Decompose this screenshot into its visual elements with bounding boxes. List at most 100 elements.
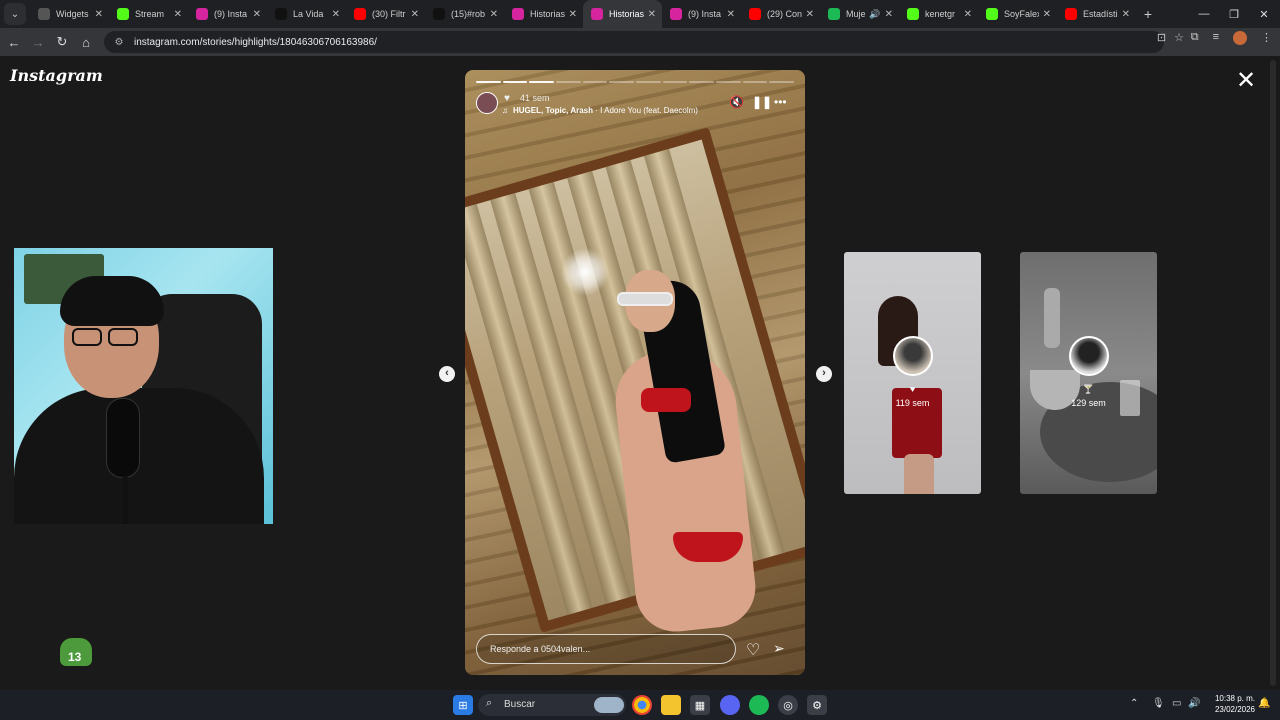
next-story-button[interactable]: ›	[816, 366, 832, 382]
story-options-button[interactable]: •••	[774, 95, 787, 109]
arrow-right-icon: →	[31, 34, 45, 50]
send-icon: ➢	[773, 640, 785, 656]
weather-widget-icon[interactable]	[594, 697, 624, 713]
browser-tab[interactable]: La Vida ✕	[267, 0, 346, 28]
browser-tab[interactable]: Estadísti ✕	[1057, 0, 1136, 28]
network-icon[interactable]: ▭	[1172, 698, 1181, 709]
mute-button[interactable]: 🔇	[729, 95, 744, 109]
reload-button[interactable]: ↻	[50, 30, 74, 54]
progress-segment	[529, 81, 555, 83]
profile-avatar[interactable]	[1233, 31, 1247, 45]
extensions-icon[interactable]: ⧉	[1191, 31, 1199, 45]
tab-close-icon[interactable]: ✕	[648, 9, 656, 20]
clock-time: 10:38 p. m.	[1214, 694, 1255, 703]
chrome-icon[interactable]	[632, 695, 652, 715]
volume-icon[interactable]: 🔊	[1188, 698, 1200, 709]
reply-input[interactable]: Responde a 0504valen...	[476, 634, 736, 664]
close-window-button[interactable]: ✕	[1249, 0, 1279, 28]
tab-close-icon[interactable]: ✕	[885, 9, 893, 20]
tab-close-icon[interactable]: ✕	[95, 9, 103, 20]
tab-close-icon[interactable]: ✕	[1043, 9, 1051, 20]
browser-tab[interactable]: (9) Insta ✕	[188, 0, 267, 28]
settings-icon[interactable]: ⚙	[807, 695, 827, 715]
story-viewer[interactable]: ♥ 41 sem ♫ HUGEL, Topic, Arash · I Adore…	[465, 70, 805, 675]
speaker-muted-icon: 🔇	[729, 95, 744, 109]
browser-tab[interactable]: (29) Con ✕	[741, 0, 820, 28]
restore-button[interactable]: ❐	[1219, 0, 1249, 28]
tab-search-button[interactable]: ⌄	[4, 3, 26, 25]
tab-close-icon[interactable]: ✕	[1122, 9, 1130, 20]
like-story-button[interactable]: ♡	[746, 640, 760, 660]
browser-tab[interactable]: (30) Filtr ✕	[346, 0, 425, 28]
chevron-left-icon: ‹	[445, 367, 449, 379]
store-icon[interactable]: ▦	[690, 695, 710, 715]
heart-icon: ♥	[504, 93, 510, 104]
tab-close-icon[interactable]: ✕	[253, 9, 261, 20]
chevron-up-icon[interactable]: ⌃	[1130, 698, 1138, 709]
browser-tab[interactable]: kenetgr ✕	[899, 0, 978, 28]
tab-close-icon[interactable]: ✕	[174, 9, 182, 20]
browser-tab[interactable]: (9) Insta ✕	[662, 0, 741, 28]
close-story-button[interactable]: ✕	[1234, 69, 1258, 94]
story-author-avatar[interactable]	[476, 92, 498, 114]
browser-tab[interactable]: Muje 🔊 ✕	[820, 0, 899, 28]
back-button[interactable]: ←	[2, 30, 26, 54]
browser-toolbar: ← → ↻ ⌂ ⚙ instagram.com/stories/highligh…	[0, 28, 1280, 56]
tiktok-icon	[433, 8, 445, 20]
preview-timestamp: 119 sem	[895, 398, 930, 408]
next-story-preview[interactable]: ♥ 119 sem	[844, 252, 981, 494]
home-button[interactable]: ⌂	[74, 30, 98, 54]
tab-close-icon[interactable]: ✕	[727, 9, 735, 20]
clock-date: 23/02/2026	[1214, 705, 1255, 714]
site-info-icon[interactable]: ⚙	[112, 35, 126, 49]
address-bar[interactable]: ⚙ instagram.com/stories/highlights/18046…	[104, 31, 1164, 53]
notification-bell-icon[interactable]: 🔔	[1258, 698, 1270, 709]
instagram-icon	[196, 8, 208, 20]
browser-tab[interactable]: Stream ✕	[109, 0, 188, 28]
instagram-icon	[670, 8, 682, 20]
previous-story-button[interactable]: ‹	[439, 366, 455, 382]
kick-icon	[117, 8, 129, 20]
progress-segment	[689, 81, 715, 83]
start-button[interactable]: ⊞	[453, 695, 473, 715]
new-tab-button[interactable]: +	[1136, 6, 1160, 22]
next-story-preview[interactable]: 🍸 129 sem	[1020, 252, 1157, 494]
install-app-icon[interactable]: ⊡	[1157, 31, 1166, 44]
tab-close-icon[interactable]: ✕	[964, 9, 972, 20]
bookmark-star-icon[interactable]: ☆	[1174, 31, 1184, 44]
browser-tab[interactable]: (15)#rob ✕	[425, 0, 504, 28]
forward-button[interactable]: →	[26, 30, 50, 54]
taskbar-clock[interactable]: 10:38 p. m. 23/02/2026	[1205, 693, 1255, 715]
reload-icon: ↻	[56, 34, 68, 49]
page-scrollbar[interactable]	[1270, 60, 1276, 686]
tab-close-icon[interactable]: ✕	[490, 9, 498, 20]
tab-audio-icon[interactable]: 🔊	[869, 9, 880, 20]
file-explorer-icon[interactable]	[661, 695, 681, 715]
tab-close-icon[interactable]: ✕	[806, 9, 814, 20]
microphone-icon[interactable]: 🎙	[1152, 698, 1165, 709]
browser-tab[interactable]: SoyFalex ✕	[978, 0, 1057, 28]
menu-kebab-icon[interactable]: ⋮	[1261, 31, 1272, 45]
share-story-button[interactable]: ➢	[773, 640, 785, 657]
tab-close-icon[interactable]: ✕	[569, 9, 577, 20]
tab-close-icon[interactable]: ✕	[411, 9, 419, 20]
browser-tab[interactable]: Historias ✕	[583, 0, 662, 28]
browser-tab[interactable]: Widgets ✕	[30, 0, 109, 28]
minimize-button[interactable]: —	[1189, 0, 1219, 28]
browser-tab-strip: ⌄ Widgets ✕ Stream ✕ (9) Insta ✕ La Vida ✕ (30) …	[0, 0, 1280, 28]
instagram-logo[interactable]: Instagram	[10, 66, 103, 85]
story-progress-bar	[476, 81, 795, 83]
windows-icon: ⊞	[458, 699, 468, 712]
discord-icon[interactable]	[720, 695, 740, 715]
media-controls-icon[interactable]: ≡	[1213, 31, 1219, 45]
home-icon: ⌂	[82, 34, 90, 50]
tab-title: kenetgr	[925, 9, 956, 19]
tab-close-icon[interactable]: ✕	[332, 9, 340, 20]
tab-title: Stream	[135, 9, 165, 19]
music-icon: ♫	[502, 106, 508, 115]
pause-button[interactable]: ❚❚	[752, 95, 772, 109]
browser-tab[interactable]: Historias ✕	[504, 0, 583, 28]
story-song[interactable]: HUGEL, Topic, Arash · I Adore You (feat.…	[513, 106, 698, 115]
app-icon[interactable]: ◎	[778, 695, 798, 715]
spotify-icon[interactable]	[749, 695, 769, 715]
